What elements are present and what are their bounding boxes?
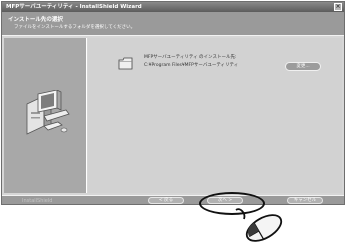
folder-icon: [118, 55, 133, 74]
installer-window: MFPサーバユーティリティ - InstallShield Wizard × イ…: [1, 1, 345, 205]
window-title: MFPサーバユーティリティ - InstallShield Wizard: [6, 4, 142, 10]
footer-bar: InstallShield < 戻る 次へ > キャンセル: [2, 195, 344, 204]
wizard-header: インストール先の選択 ファイルをインストールするフォルダを選択してください。: [2, 12, 344, 36]
main-content: MFPサーバユーティリティ のインストール先: C:¥Program Files…: [88, 38, 342, 193]
step-title: インストール先の選択: [8, 17, 63, 23]
mouse-icon: [234, 208, 294, 248]
step-subtitle: ファイルをインストールするフォルダを選択してください。: [14, 25, 136, 30]
cancel-button[interactable]: キャンセル: [287, 197, 323, 204]
install-location-label: MFPサーバユーティリティ のインストール先:: [144, 55, 237, 60]
change-button[interactable]: 変更...: [285, 62, 321, 71]
close-button[interactable]: ×: [334, 3, 342, 11]
back-button[interactable]: < 戻る: [148, 197, 184, 204]
close-icon: ×: [335, 3, 341, 10]
computer-icon: [24, 89, 70, 142]
brand-label: InstallShield: [22, 198, 53, 204]
install-path: C:¥Program Files¥MFPサーバユーティリティ: [144, 63, 239, 68]
title-bar: MFPサーバユーティリティ - InstallShield Wizard ×: [2, 2, 344, 12]
side-graphic-panel: [4, 38, 87, 193]
